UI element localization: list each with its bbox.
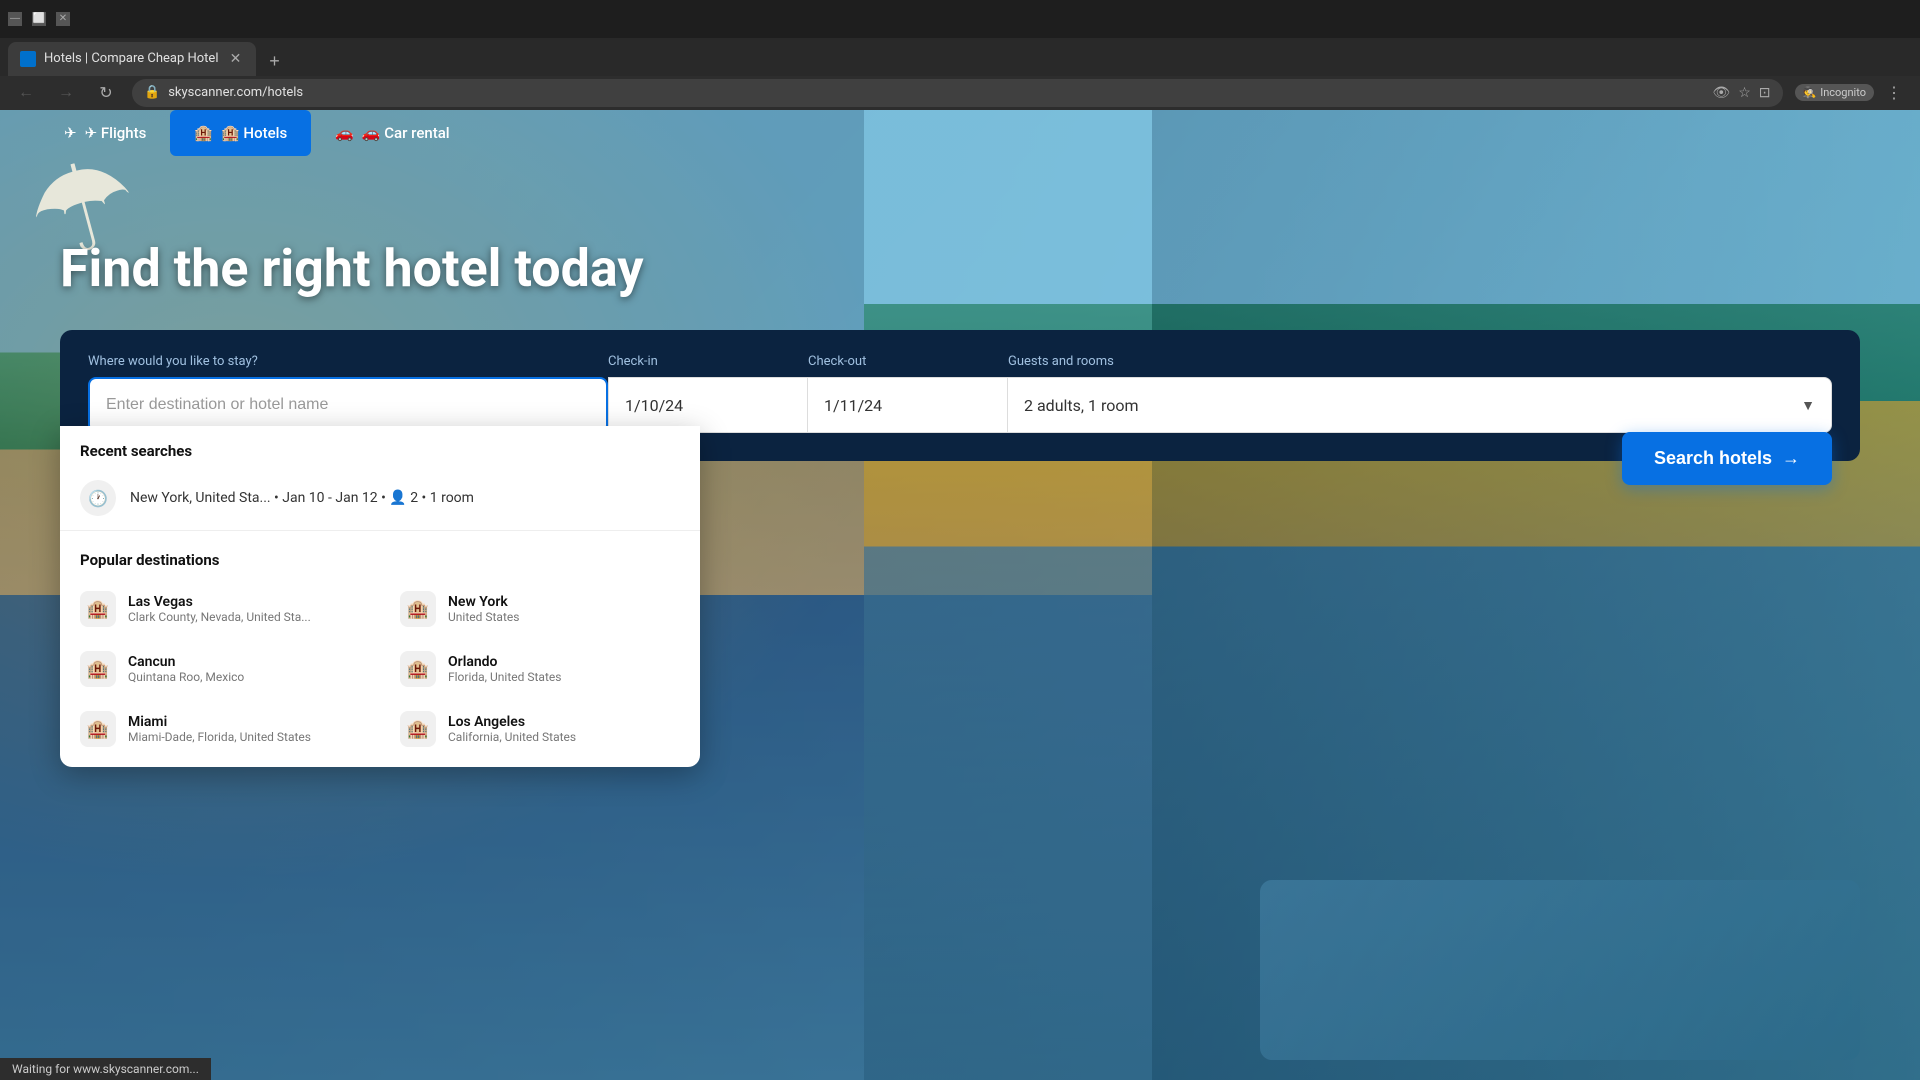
- hotel-icon-new-york: 🏨: [400, 591, 436, 627]
- los-angeles-info: Los Angeles California, United States: [448, 714, 576, 744]
- checkin-field[interactable]: 1/10/24: [608, 377, 808, 433]
- cancun-name: Cancun: [128, 654, 244, 670]
- bookmark-icon[interactable]: ☆: [1738, 85, 1751, 101]
- title-bar: — ⬜ ✕: [0, 0, 1920, 38]
- window-controls: — ⬜ ✕: [8, 12, 70, 26]
- back-button[interactable]: ←: [12, 79, 40, 107]
- eye-off-icon: 👁: [1712, 85, 1730, 101]
- site-navigation: ✈ ✈ Flights 🏨 🏨 Hotels 🚗 🚗 Car rental: [0, 110, 514, 156]
- chevron-down-icon: ▼: [1801, 397, 1815, 414]
- address-bar-icons: 👁 ☆ ⊡: [1712, 85, 1770, 101]
- popular-dest-new-york[interactable]: 🏨 New York United States: [380, 579, 700, 639]
- forward-button[interactable]: →: [52, 79, 80, 107]
- divider: [60, 530, 700, 531]
- checkout-label: Check-out: [808, 354, 1008, 369]
- hotels-icon: 🏨: [194, 124, 213, 142]
- miami-sub: Miami-Dade, Florida, United States: [128, 730, 311, 744]
- hotel-icon-las-vegas: 🏨: [80, 591, 116, 627]
- browser-menu-button[interactable]: ⋮: [1880, 79, 1908, 107]
- guests-field[interactable]: 2 adults, 1 room ▼: [1008, 377, 1832, 433]
- checkin-value: 1/10/24: [625, 396, 683, 415]
- popular-dest-miami[interactable]: 🏨 Miami Miami-Dade, Florida, United Stat…: [60, 699, 380, 759]
- incognito-badge: 🕵 Incognito: [1795, 84, 1875, 101]
- hotel-icon-los-angeles: 🏨: [400, 711, 436, 747]
- search-labels: Where would you like to stay? Check-in C…: [88, 354, 1832, 369]
- cancun-sub: Quintana Roo, Mexico: [128, 670, 244, 684]
- search-button-label: Search hotels: [1654, 448, 1772, 469]
- popular-dest-orlando[interactable]: 🏨 Orlando Florida, United States: [380, 639, 700, 699]
- orlando-info: Orlando Florida, United States: [448, 654, 561, 684]
- page-content: ☂ ✈ ✈ Flights 🏨 🏨 Hotels 🚗 🚗 Car rental …: [0, 110, 1920, 1080]
- nav-tab-car-rental[interactable]: 🚗 🚗 Car rental: [311, 110, 473, 156]
- las-vegas-name: Las Vegas: [128, 594, 311, 610]
- browser-right-icons: 🕵 Incognito ⋮: [1795, 79, 1909, 107]
- destination-label: Where would you like to stay?: [88, 354, 608, 369]
- tab-close-button[interactable]: ✕: [226, 50, 244, 68]
- popular-dest-cancun[interactable]: 🏨 Cancun Quintana Roo, Mexico: [60, 639, 380, 699]
- popular-dest-las-vegas[interactable]: 🏨 Las Vegas Clark County, Nevada, United…: [60, 579, 380, 639]
- miami-info: Miami Miami-Dade, Florida, United States: [128, 714, 311, 744]
- close-window-button[interactable]: ✕: [56, 12, 70, 26]
- hero-title: Find the right hotel today: [60, 240, 644, 297]
- popular-destinations-title: Popular destinations: [60, 535, 700, 579]
- hotel-icon-orlando: 🏨: [400, 651, 436, 687]
- las-vegas-sub: Clark County, Nevada, United Sta...: [128, 610, 311, 624]
- sidebar-icon[interactable]: ⊡: [1759, 85, 1771, 101]
- browser-chrome: — ⬜ ✕ Hotels | Compare Cheap Hotel ✕ + ←…: [0, 0, 1920, 110]
- checkout-field[interactable]: 1/11/24: [808, 377, 1008, 433]
- los-angeles-sub: California, United States: [448, 730, 576, 744]
- recent-search-text: New York, United Sta... • Jan 10 - Jan 1…: [130, 490, 474, 506]
- popular-destinations-grid: 🏨 Las Vegas Clark County, Nevada, United…: [60, 579, 700, 759]
- address-bar[interactable]: 🔒 skyscanner.com/hotels 👁 ☆ ⊡: [132, 79, 1783, 107]
- new-york-name: New York: [448, 594, 519, 610]
- incognito-icon: 🕵: [1803, 86, 1817, 99]
- active-tab[interactable]: Hotels | Compare Cheap Hotel ✕: [8, 42, 256, 76]
- url-text: skyscanner.com/hotels: [168, 85, 303, 100]
- maximize-button[interactable]: ⬜: [32, 12, 46, 26]
- checkin-label: Check-in: [608, 354, 808, 369]
- search-fields: 1/10/24 1/11/24 2 adults, 1 room ▼: [88, 377, 1832, 433]
- tab-title: Hotels | Compare Cheap Hotel: [44, 51, 218, 66]
- recent-searches-title: Recent searches: [60, 426, 700, 470]
- hotel-icon-miami: 🏨: [80, 711, 116, 747]
- destination-input-wrap: [88, 377, 608, 433]
- destination-input[interactable]: [88, 377, 608, 433]
- refresh-button[interactable]: ↻: [92, 79, 120, 107]
- los-angeles-name: Los Angeles: [448, 714, 576, 730]
- search-hotels-button[interactable]: Search hotels →: [1622, 432, 1832, 485]
- car-rental-label: 🚗 Car rental: [362, 124, 450, 142]
- bottom-thumbnail: [1260, 880, 1860, 1060]
- flights-label: ✈ Flights: [85, 124, 147, 142]
- status-text: Waiting for www.skyscanner.com...: [12, 1062, 199, 1076]
- tab-favicon: [20, 51, 36, 67]
- orlando-name: Orlando: [448, 654, 561, 670]
- checkout-value: 1/11/24: [824, 396, 882, 415]
- status-bar: Waiting for www.skyscanner.com...: [0, 1058, 211, 1080]
- miami-name: Miami: [128, 714, 311, 730]
- new-york-info: New York United States: [448, 594, 519, 624]
- minimize-button[interactable]: —: [8, 12, 22, 26]
- popular-dest-los-angeles[interactable]: 🏨 Los Angeles California, United States: [380, 699, 700, 759]
- tab-bar: Hotels | Compare Cheap Hotel ✕ +: [0, 38, 1920, 76]
- las-vegas-info: Las Vegas Clark County, Nevada, United S…: [128, 594, 311, 624]
- flights-icon: ✈: [64, 124, 77, 142]
- search-button-arrow: →: [1782, 448, 1800, 469]
- car-icon: 🚗: [335, 124, 354, 142]
- recent-search-icon: 🕐: [80, 480, 116, 516]
- address-bar-row: ← → ↻ 🔒 skyscanner.com/hotels 👁 ☆ ⊡ 🕵 In…: [0, 76, 1920, 110]
- new-tab-button[interactable]: +: [260, 48, 288, 76]
- cancun-info: Cancun Quintana Roo, Mexico: [128, 654, 244, 684]
- recent-search-item[interactable]: 🕐 New York, United Sta... • Jan 10 - Jan…: [60, 470, 700, 526]
- guests-value: 2 adults, 1 room: [1024, 396, 1139, 415]
- nav-tab-flights[interactable]: ✈ ✈ Flights: [40, 110, 170, 156]
- guests-label: Guests and rooms: [1008, 354, 1832, 369]
- lock-icon: 🔒: [144, 85, 160, 100]
- orlando-sub: Florida, United States: [448, 670, 561, 684]
- nav-tab-hotels[interactable]: 🏨 🏨 Hotels: [170, 110, 311, 156]
- destination-dropdown: Recent searches 🕐 New York, United Sta..…: [60, 426, 700, 767]
- incognito-label: Incognito: [1820, 86, 1866, 99]
- hotel-icon-cancun: 🏨: [80, 651, 116, 687]
- new-york-sub: United States: [448, 610, 519, 624]
- hotels-label: 🏨 Hotels: [221, 124, 287, 142]
